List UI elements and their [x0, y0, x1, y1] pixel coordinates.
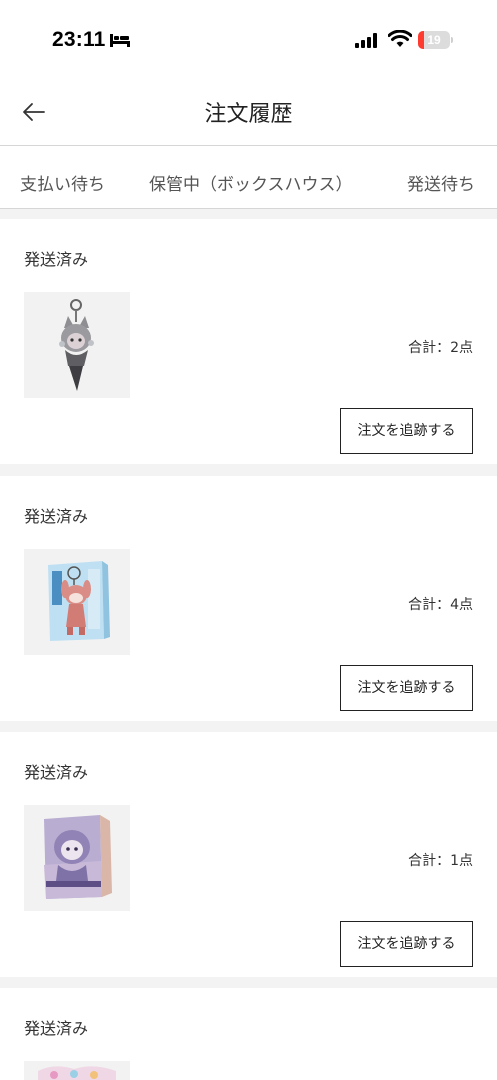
page-title: 注文履歴 [204, 102, 293, 127]
product-thumbnail[interactable] [24, 805, 130, 911]
product-thumbnail[interactable] [24, 292, 130, 398]
order-card[interactable]: 発送済み 合計：1点 注文を追跡する [0, 732, 497, 977]
order-total: 合計：1点 [408, 853, 473, 869]
battery-indicator: 19 [418, 31, 453, 49]
tab-awaiting-payment[interactable]: 支払い待ち [20, 170, 105, 195]
order-history-screen: 23:11 19 注文履歴 支払い待ち 保管中（ボックスハウス） 発送待ち 発送… [0, 0, 497, 1080]
order-status: 発送済み [24, 250, 89, 269]
section-gap [0, 464, 497, 476]
tab-awaiting-shipment[interactable]: 発送待ち [407, 170, 475, 195]
product-thumbnail[interactable] [24, 549, 130, 655]
track-order-button[interactable]: 注文を追跡する [340, 921, 473, 967]
nav-header: 注文履歴 [0, 82, 497, 146]
order-status: 発送済み [24, 763, 89, 782]
order-status: 発送済み [24, 1019, 89, 1038]
order-total: 合計：4点 [408, 597, 473, 613]
section-gap [0, 721, 497, 732]
sleep-focus-icon [110, 34, 130, 47]
figure-keychain-image [24, 292, 130, 398]
blind-box-image [24, 1061, 130, 1080]
order-total: 合計：2点 [408, 340, 473, 356]
status-bar: 23:11 19 [0, 0, 497, 82]
product-thumbnail[interactable] [24, 1061, 130, 1080]
track-order-button[interactable]: 注文を追跡する [340, 665, 473, 711]
order-status-tabs: 支払い待ち 保管中（ボックスハウス） 発送待ち [0, 145, 497, 209]
track-order-button[interactable]: 注文を追跡する [340, 408, 473, 454]
section-gap [0, 209, 497, 219]
battery-percent: 19 [427, 33, 441, 47]
blind-box-image [24, 549, 130, 655]
status-time: 23:11 [52, 28, 106, 51]
section-gap [0, 977, 497, 988]
order-status: 発送済み [24, 507, 89, 526]
wifi-icon [388, 30, 412, 47]
order-card[interactable]: 発送済み 合計：2点 注文を追跡する [0, 219, 497, 464]
cellular-signal-icon [355, 33, 377, 48]
tab-in-storage[interactable]: 保管中（ボックスハウス） [149, 170, 353, 195]
blind-box-image [24, 805, 130, 911]
order-card[interactable]: 発送済み 合計：4点 注文を追跡する [0, 476, 497, 721]
order-card[interactable]: 発送済み [0, 988, 497, 1080]
